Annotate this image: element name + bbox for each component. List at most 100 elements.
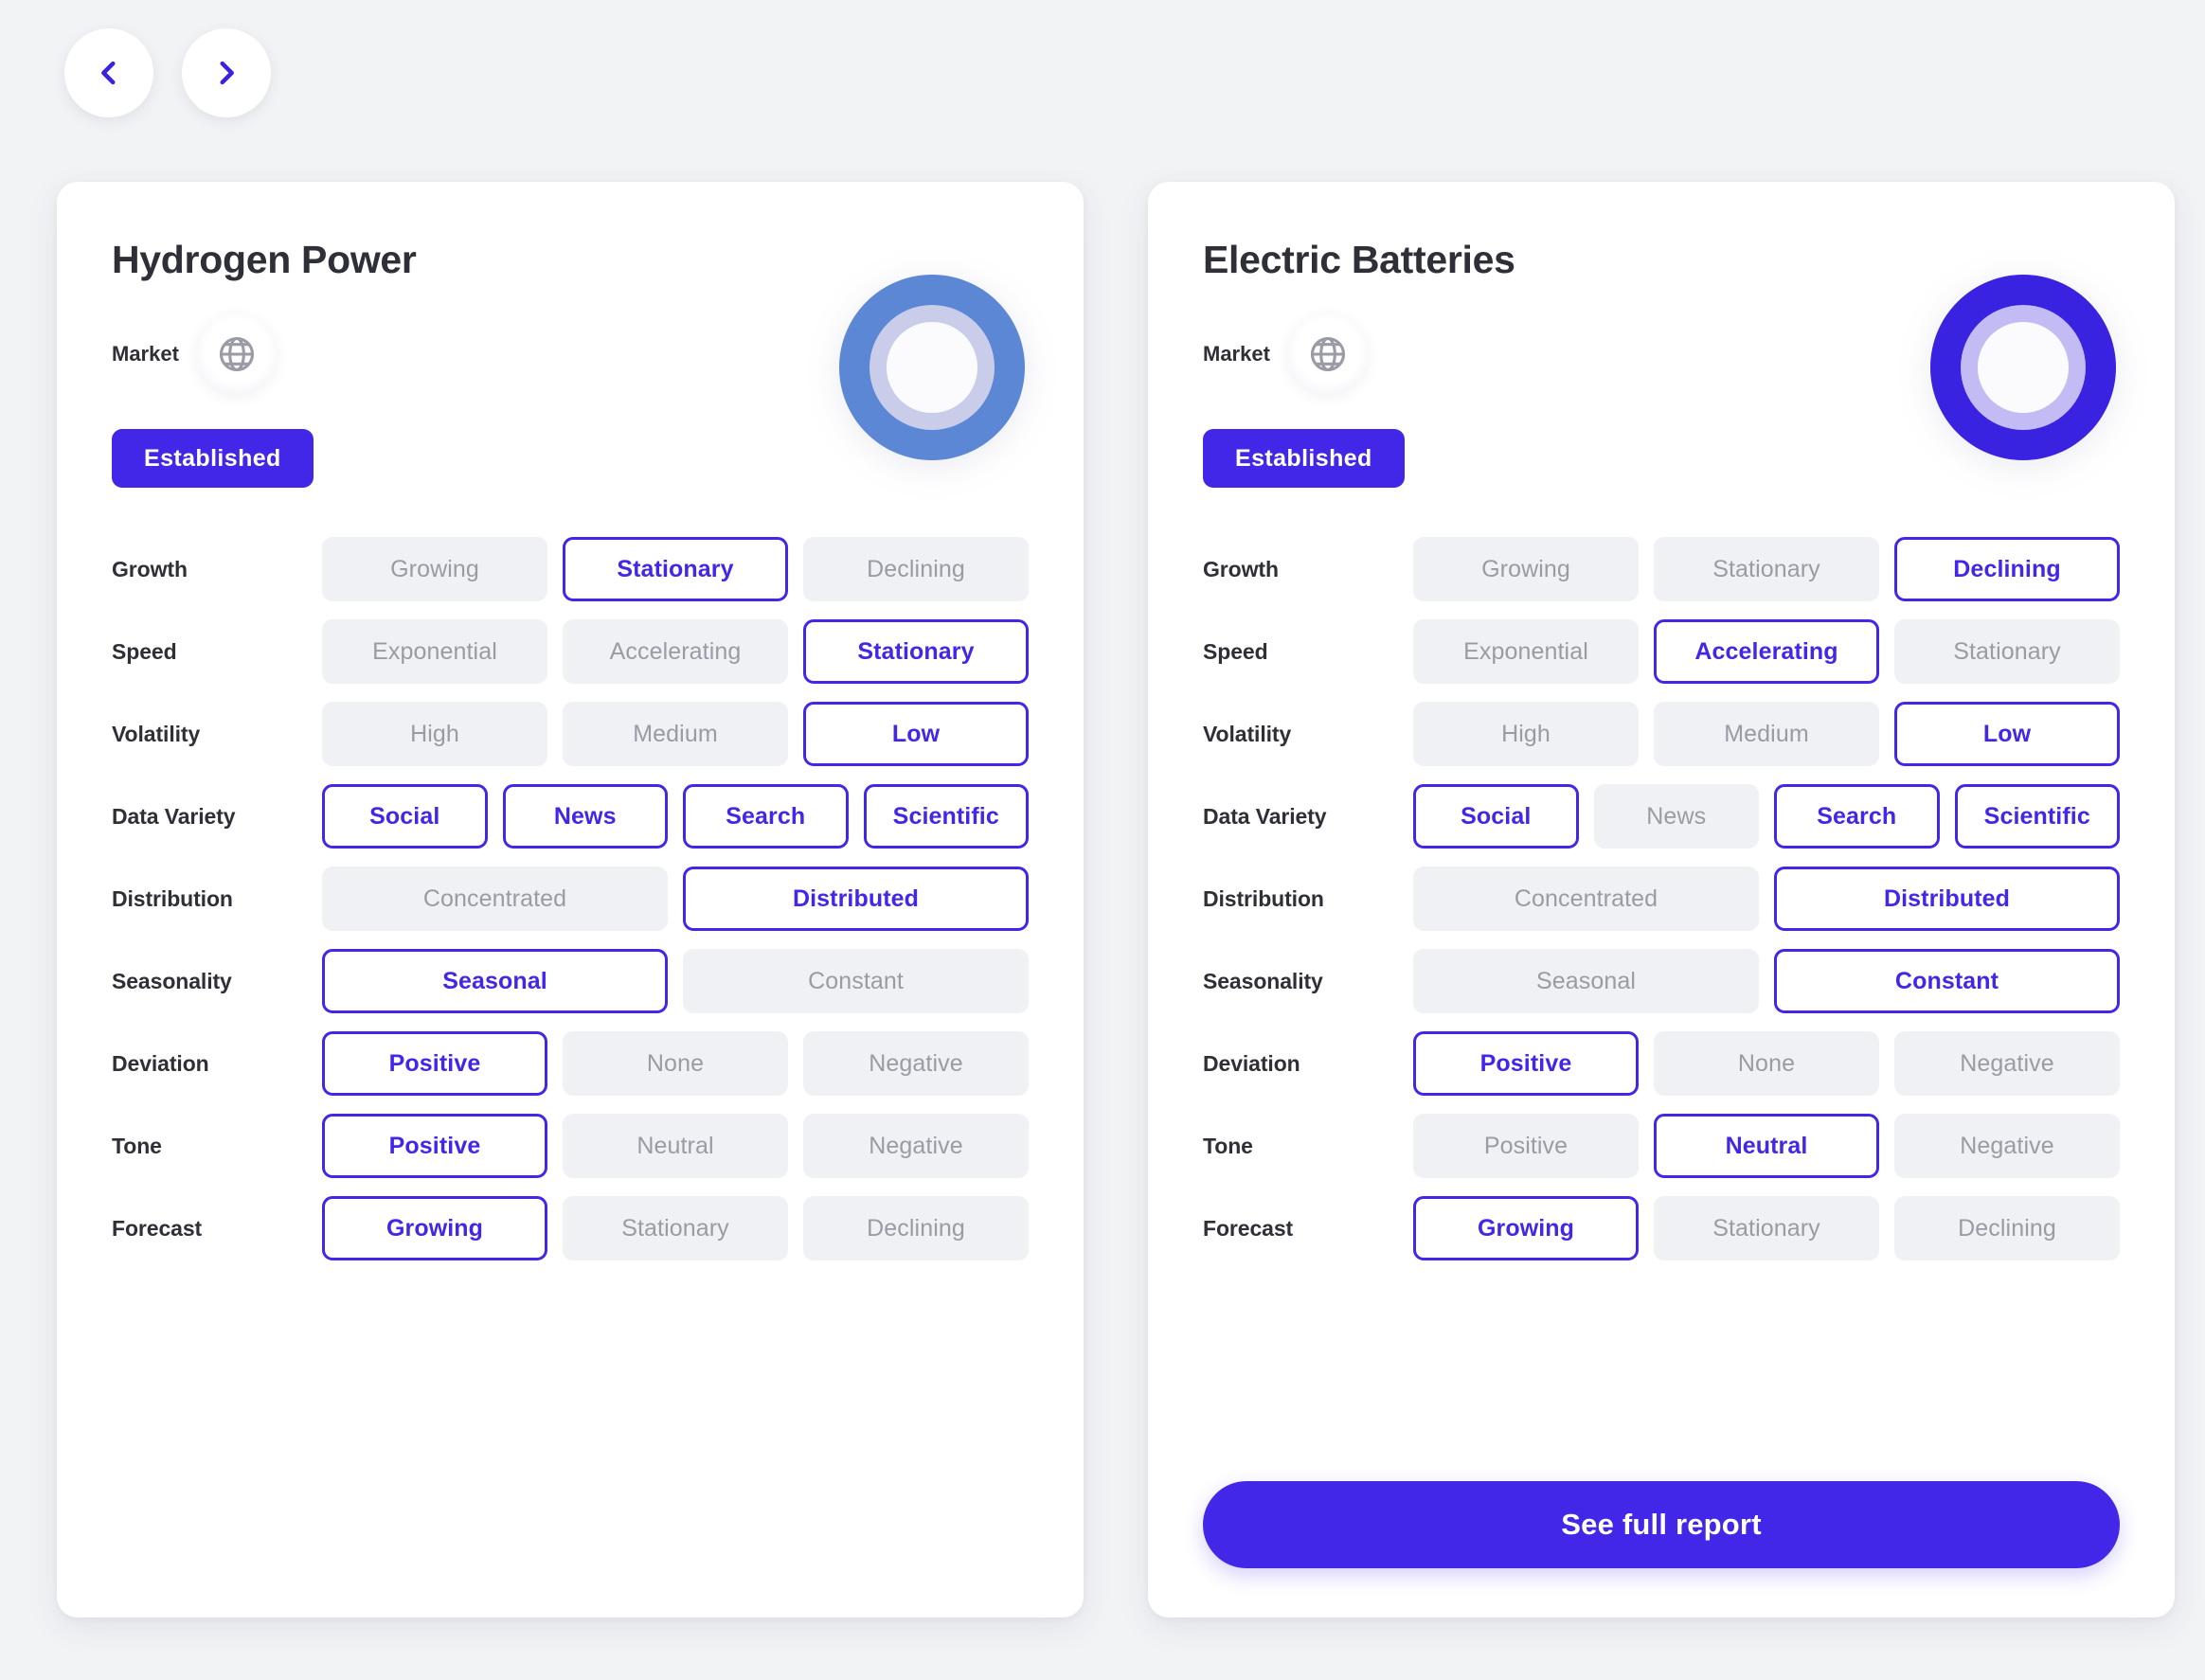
attribute-options: GrowingStationaryDeclining	[322, 1196, 1029, 1260]
attribute-row: GrowthGrowingStationaryDeclining	[112, 537, 1029, 601]
option-pill[interactable]: Positive	[1413, 1114, 1639, 1178]
option-pill[interactable]: Social	[322, 784, 488, 849]
market-donut-chart	[839, 275, 1025, 460]
option-pill[interactable]: Declining	[803, 1196, 1029, 1260]
attribute-label: Deviation	[112, 1051, 322, 1077]
option-pill[interactable]: Negative	[1894, 1031, 2120, 1096]
option-pill[interactable]: Distributed	[1774, 867, 2120, 931]
option-pill[interactable]: Negative	[1894, 1114, 2120, 1178]
market-label: Market	[112, 342, 179, 366]
option-pill[interactable]: Negative	[803, 1114, 1029, 1178]
option-pill[interactable]: Growing	[1413, 537, 1639, 601]
trend-card: Electric BatteriesMarketEstablishedGrowt…	[1148, 182, 2175, 1617]
option-pill[interactable]: Constant	[683, 949, 1029, 1013]
attributes-list: GrowthGrowingStationaryDecliningSpeedExp…	[1203, 537, 2120, 1260]
option-pill[interactable]: Exponential	[322, 619, 547, 684]
attributes-list: GrowthGrowingStationaryDecliningSpeedExp…	[112, 537, 1029, 1260]
attribute-row: ForecastGrowingStationaryDeclining	[1203, 1196, 2120, 1260]
option-pill[interactable]: Social	[1413, 784, 1579, 849]
option-pill[interactable]: Medium	[1654, 702, 1879, 766]
option-pill[interactable]: Growing	[322, 537, 547, 601]
attribute-label: Distribution	[112, 886, 322, 912]
attribute-row: DeviationPositiveNoneNegative	[1203, 1031, 2120, 1096]
attribute-row: DeviationPositiveNoneNegative	[112, 1031, 1029, 1096]
attribute-options: PositiveNeutralNegative	[1413, 1114, 2120, 1178]
attribute-options: PositiveNoneNegative	[322, 1031, 1029, 1096]
option-pill[interactable]: Declining	[803, 537, 1029, 601]
attribute-row: SeasonalitySeasonalConstant	[1203, 949, 2120, 1013]
attribute-label: Data Variety	[112, 804, 322, 830]
option-pill[interactable]: Stationary	[563, 1196, 788, 1260]
option-pill[interactable]: Search	[683, 784, 849, 849]
attribute-options: ExponentialAcceleratingStationary	[1413, 619, 2120, 684]
donut-center	[1978, 322, 2069, 413]
attribute-row: SeasonalitySeasonalConstant	[112, 949, 1029, 1013]
attribute-label: Growth	[1203, 557, 1413, 582]
option-pill[interactable]: Positive	[322, 1031, 547, 1096]
attribute-label: Distribution	[1203, 886, 1413, 912]
option-pill[interactable]: High	[322, 702, 547, 766]
attribute-label: Tone	[112, 1134, 322, 1159]
option-pill[interactable]: Negative	[803, 1031, 1029, 1096]
option-pill[interactable]: Concentrated	[322, 867, 668, 931]
attribute-label: Volatility	[1203, 722, 1413, 747]
option-pill[interactable]: High	[1413, 702, 1639, 766]
trend-comparison-page: Hydrogen PowerMarketEstablishedGrowthGro…	[0, 0, 2205, 1680]
option-pill[interactable]: Distributed	[683, 867, 1029, 931]
option-pill[interactable]: Neutral	[1654, 1114, 1879, 1178]
attribute-label: Deviation	[1203, 1051, 1413, 1077]
attribute-label: Forecast	[112, 1216, 322, 1242]
option-pill[interactable]: Stationary	[1894, 619, 2120, 684]
option-pill[interactable]: None	[563, 1031, 788, 1096]
attribute-options: ExponentialAcceleratingStationary	[322, 619, 1029, 684]
donut-center	[887, 322, 977, 413]
option-pill[interactable]: News	[1594, 784, 1760, 849]
option-pill[interactable]: Positive	[1413, 1031, 1639, 1096]
option-pill[interactable]: Scientific	[1955, 784, 2121, 849]
option-pill[interactable]: Neutral	[563, 1114, 788, 1178]
option-pill[interactable]: Stationary	[563, 537, 788, 601]
attribute-label: Tone	[1203, 1134, 1413, 1159]
option-pill[interactable]: Stationary	[1654, 1196, 1879, 1260]
option-pill[interactable]: Scientific	[864, 784, 1030, 849]
attribute-options: SeasonalConstant	[1413, 949, 2120, 1013]
attribute-label: Volatility	[112, 722, 322, 747]
option-pill[interactable]: Growing	[1413, 1196, 1639, 1260]
option-pill[interactable]: None	[1654, 1031, 1879, 1096]
option-pill[interactable]: Seasonal	[1413, 949, 1759, 1013]
attribute-options: HighMediumLow	[322, 702, 1029, 766]
chevron-right-icon	[210, 57, 242, 89]
attribute-label: Forecast	[1203, 1216, 1413, 1242]
option-pill[interactable]: Search	[1774, 784, 1940, 849]
status-badge[interactable]: Established	[1203, 429, 1405, 488]
attribute-row: DistributionConcentratedDistributed	[1203, 867, 2120, 931]
see-full-report-button[interactable]: See full report	[1203, 1481, 2120, 1568]
option-pill[interactable]: Accelerating	[563, 619, 788, 684]
option-pill[interactable]: Constant	[1774, 949, 2120, 1013]
page-title: Electric Batteries	[1203, 239, 2120, 281]
option-pill[interactable]: Seasonal	[322, 949, 668, 1013]
carousel-navigation	[64, 28, 271, 117]
attribute-row: GrowthGrowingStationaryDeclining	[1203, 537, 2120, 601]
attribute-row: ForecastGrowingStationaryDeclining	[112, 1196, 1029, 1260]
option-pill[interactable]: Low	[803, 702, 1029, 766]
option-pill[interactable]: Stationary	[803, 619, 1029, 684]
status-badge[interactable]: Established	[112, 429, 314, 488]
next-card-button[interactable]	[182, 28, 271, 117]
option-pill[interactable]: Medium	[563, 702, 788, 766]
attribute-label: Speed	[1203, 639, 1413, 665]
option-pill[interactable]: Positive	[322, 1114, 547, 1178]
option-pill[interactable]: Growing	[322, 1196, 547, 1260]
previous-card-button[interactable]	[64, 28, 153, 117]
option-pill[interactable]: Concentrated	[1413, 867, 1759, 931]
option-pill[interactable]: Declining	[1894, 1196, 2120, 1260]
option-pill[interactable]: Low	[1894, 702, 2120, 766]
option-pill[interactable]: Stationary	[1654, 537, 1879, 601]
attribute-options: PositiveNoneNegative	[1413, 1031, 2120, 1096]
option-pill[interactable]: Exponential	[1413, 619, 1639, 684]
page-title: Hydrogen Power	[112, 239, 1029, 281]
option-pill[interactable]: News	[503, 784, 669, 849]
option-pill[interactable]: Declining	[1894, 537, 2120, 601]
globe-icon	[196, 313, 278, 395]
option-pill[interactable]: Accelerating	[1654, 619, 1879, 684]
